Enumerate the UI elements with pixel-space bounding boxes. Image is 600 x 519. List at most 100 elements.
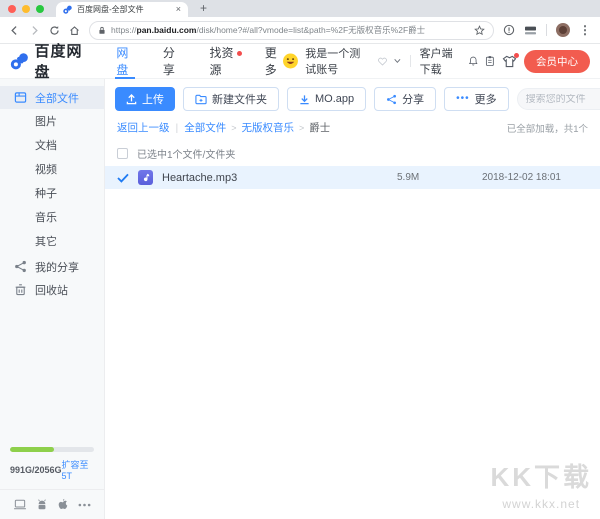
user-avatar[interactable] — [283, 51, 298, 71]
toolbar-divider — [546, 24, 547, 36]
breadcrumb-divider: | — [176, 122, 179, 134]
all-files-icon — [14, 91, 27, 104]
new-tab-button[interactable]: + — [200, 1, 207, 15]
sidebar-storage-panel: 991G/2056G 扩容至5T — [0, 447, 104, 519]
download-icon — [299, 94, 310, 105]
window-zoom-button[interactable] — [36, 5, 44, 13]
nav-tab-more[interactable]: 更多 — [264, 44, 284, 79]
desktop-client-icon[interactable] — [13, 499, 27, 510]
music-note-icon — [141, 173, 150, 183]
storage-used-text: 991G/2056G — [10, 465, 62, 475]
breadcrumb-back-link[interactable]: 返回上一级 — [117, 120, 170, 135]
user-area: 我是一个测试账号 客户端下载 会员中心 — [283, 45, 590, 77]
sidebar-item-videos[interactable]: 视频 — [0, 157, 104, 181]
search-input[interactable] — [526, 94, 600, 105]
client-download-link[interactable]: 客户端下载 — [420, 45, 461, 77]
user-name[interactable]: 我是一个测试账号 — [305, 45, 371, 77]
sidebar-item-all-files[interactable]: 全部文件 — [0, 86, 104, 109]
url-text: https://pan.baidu.com/disk/home?#/all?vm… — [111, 24, 469, 36]
vip-badge-icon — [378, 56, 387, 67]
sidebar-item-torrents[interactable]: 种子 — [0, 181, 104, 205]
bookmark-star-icon[interactable] — [474, 25, 485, 36]
breadcrumb-item-folder[interactable]: 无版权音乐 — [242, 120, 295, 135]
vip-center-button[interactable]: 会员中心 — [524, 50, 590, 73]
more-platforms-icon[interactable] — [78, 503, 91, 507]
browser-tab[interactable]: 百度网盘-全部文件 × — [56, 2, 188, 17]
tshirt-badge-wrapper[interactable] — [502, 55, 517, 68]
selection-header-row: 已选中1个文件/文件夹 — [105, 142, 600, 166]
browser-profile-avatar[interactable] — [556, 23, 570, 37]
breadcrumb-separator: > — [299, 123, 304, 133]
chevron-down-icon[interactable] — [394, 58, 401, 64]
reload-icon[interactable] — [49, 25, 60, 36]
sidebar-item-recycle-bin[interactable]: 回收站 — [0, 278, 104, 301]
share-button[interactable]: 分享 — [374, 87, 436, 111]
breadcrumb-separator: > — [231, 123, 236, 133]
platform-dock — [0, 489, 104, 519]
sidebar-item-music[interactable]: 音乐 — [0, 205, 104, 229]
share-nodes-icon — [386, 94, 397, 105]
app-header: 百度网盘 网盘 分享 找资源 更多 我是一个测试账号 客户端下载 会员中心 — [0, 44, 600, 79]
breadcrumb-item-all-files[interactable]: 全部文件 — [184, 120, 226, 135]
browser-menu-icon[interactable]: ⋮ — [579, 23, 591, 37]
main-nav: 网盘 分享 找资源 更多 — [115, 44, 283, 79]
apple-client-icon[interactable] — [57, 498, 69, 511]
forward-icon[interactable] — [29, 25, 40, 36]
more-actions-button[interactable]: ••• 更多 — [444, 87, 509, 111]
upload-button[interactable]: 上传 — [115, 87, 175, 111]
window-minimize-button[interactable] — [22, 5, 30, 13]
file-name[interactable]: Heartache.mp3 — [162, 172, 237, 184]
upload-icon — [126, 94, 137, 105]
baidu-pan-logo-icon — [10, 50, 29, 72]
back-icon[interactable] — [9, 25, 20, 36]
tab-close-icon[interactable]: × — [176, 5, 181, 14]
search-area — [517, 88, 600, 110]
info-extension-icon[interactable] — [503, 24, 515, 36]
window-close-button[interactable] — [8, 5, 16, 13]
selected-check-icon[interactable] — [117, 173, 129, 183]
breadcrumb: 返回上一级 | 全部文件 > 无版权音乐 > 爵士 已全部加载，共1个 — [105, 117, 600, 142]
selection-count-text: 已选中1个文件/文件夹 — [137, 146, 235, 161]
mo-app-button[interactable]: MO.app — [287, 87, 366, 111]
storage-progress-fill — [10, 447, 54, 452]
address-bar[interactable]: https://pan.baidu.com/disk/home?#/all?vm… — [89, 21, 494, 40]
file-size: 5.9M — [397, 172, 482, 183]
clipboard-icon[interactable] — [485, 54, 495, 68]
storage-upgrade-link[interactable]: 扩容至5T — [62, 458, 94, 481]
header-divider — [410, 55, 411, 67]
sidebar-item-documents[interactable]: 文档 — [0, 133, 104, 157]
sidebar-item-images[interactable]: 图片 — [0, 109, 104, 133]
sidebar-item-others[interactable]: 其它 — [0, 229, 104, 253]
android-client-icon[interactable] — [36, 498, 48, 511]
select-all-checkbox[interactable] — [117, 148, 128, 159]
breadcrumb-current: 爵士 — [309, 120, 330, 135]
nav-tab-share[interactable]: 分享 — [162, 44, 182, 79]
reading-list-extension-icon[interactable] — [524, 25, 537, 36]
notification-dot — [237, 51, 242, 56]
content-area: 全部文件 图片 文档 视频 种子 音乐 其它 我的分享 回收站 991G/205… — [0, 79, 600, 519]
browser-tab-bar: 百度网盘-全部文件 × + — [0, 0, 600, 17]
site-watermark: KK下载 www.kkx.net — [490, 457, 592, 511]
new-folder-button[interactable]: 新建文件夹 — [183, 87, 279, 111]
watermark-title: KK下载 — [490, 457, 592, 494]
main-panel: 上传 新建文件夹 MO.app 分享 ••• 更多 — [105, 79, 600, 519]
baidu-pan-logo[interactable]: 百度网盘 — [10, 40, 88, 82]
search-box[interactable] — [517, 88, 600, 110]
nav-tab-resources[interactable]: 找资源 — [208, 44, 236, 79]
lock-icon[interactable] — [98, 26, 106, 35]
ellipsis-icon: ••• — [456, 94, 470, 104]
sidebar: 全部文件 图片 文档 视频 种子 音乐 其它 我的分享 回收站 991G/205… — [0, 79, 105, 519]
file-toolbar: 上传 新建文件夹 MO.app 分享 ••• 更多 — [105, 79, 600, 117]
file-date: 2018-12-02 18:01 — [482, 172, 600, 183]
window-controls — [8, 5, 44, 13]
watermark-url: www.kkx.net — [490, 497, 592, 511]
sidebar-item-my-shares[interactable]: 我的分享 — [0, 255, 104, 278]
storage-progress-bar — [10, 447, 94, 452]
new-folder-icon — [195, 94, 207, 105]
nav-tab-pan[interactable]: 网盘 — [115, 44, 135, 79]
home-icon[interactable] — [69, 25, 80, 36]
music-file-icon — [138, 170, 153, 185]
file-row[interactable]: Heartache.mp3 5.9M 2018-12-02 18:01 — [105, 166, 600, 189]
browser-url-bar: https://pan.baidu.com/disk/home?#/all?vm… — [0, 17, 600, 44]
bell-icon[interactable] — [468, 54, 478, 68]
